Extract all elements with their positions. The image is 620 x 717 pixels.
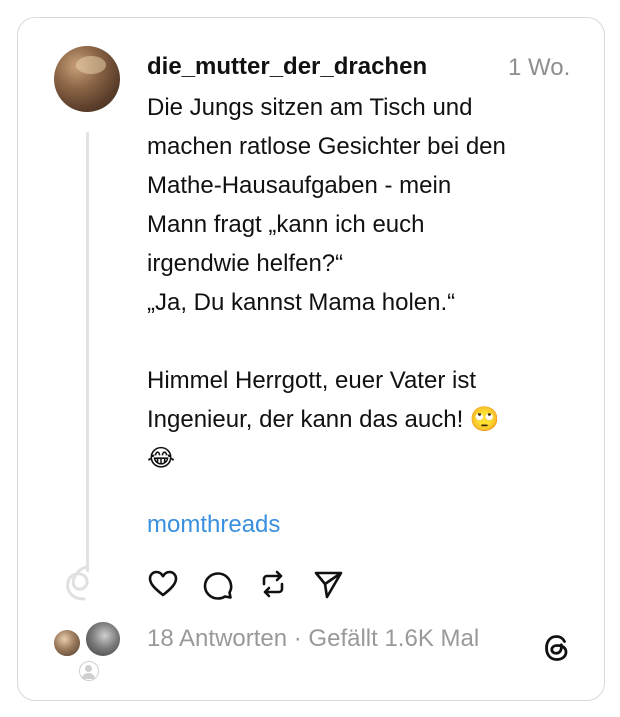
default-user-icon [79, 661, 99, 681]
comment-icon[interactable] [202, 568, 234, 600]
thread-loop-icon [66, 565, 89, 601]
repost-icon[interactable] [257, 568, 289, 600]
reply-avatars[interactable] [50, 620, 130, 681]
reply-avatar [84, 620, 122, 658]
post-text-line: Die Jungs sitzen am Tisch und [147, 94, 473, 121]
post-text: Die Jungs sitzen am Tisch und machen rat… [147, 88, 587, 478]
post-text-line: Himmel Herrgott, euer Vater ist [147, 367, 476, 394]
author-username[interactable]: die_mutter_der_drachen [147, 53, 427, 81]
post-stats[interactable]: 18 Antworten · Gefällt 1.6K Mal [147, 625, 479, 653]
post-text-line: Mathe-Hausaufgaben - mein [147, 172, 452, 199]
thread-line [86, 132, 89, 572]
action-bar [147, 568, 344, 600]
post-text-line: Ingenieur, der kann das auch! 🙄 [147, 406, 500, 433]
author-avatar[interactable] [54, 46, 120, 112]
post-text-line: 😂 [147, 445, 176, 472]
threads-logo-icon[interactable] [540, 631, 574, 665]
post-text-line: irgendwie helfen?“ [147, 250, 344, 277]
post-text-line: machen ratlose Gesichter bei den [147, 133, 506, 160]
post-timestamp[interactable]: 1 Wo. [508, 54, 570, 82]
post-text-line: Mann fragt „kann ich euch [147, 211, 425, 238]
post-text-line: „Ja, Du kannst Mama holen.“ [147, 289, 456, 316]
heart-icon[interactable] [147, 568, 179, 600]
reply-avatar [52, 628, 82, 658]
topic-tag-link[interactable]: momthreads [147, 511, 280, 539]
send-icon[interactable] [312, 568, 344, 600]
